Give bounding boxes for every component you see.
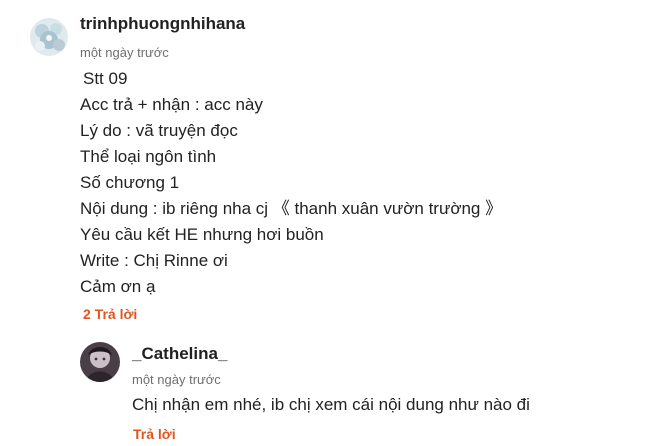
comment-line: Write : Chị Rinne ơi bbox=[80, 251, 228, 270]
reply-button[interactable]: Trả lời bbox=[133, 426, 176, 442]
avatar-image bbox=[30, 18, 68, 56]
view-replies-link[interactable]: 2 Trả lời bbox=[83, 306, 137, 322]
comment-line: Acc trả + nhận : acc này bbox=[80, 95, 263, 114]
comment-line: Stt 09 bbox=[83, 69, 128, 88]
reply-timestamp: một ngày trước bbox=[132, 372, 221, 387]
comment-timestamp: một ngày trước bbox=[80, 45, 169, 60]
comment-line: Nội dung : ib riêng nha cj 《 thanh xuân … bbox=[80, 199, 503, 218]
comment-line: Số chương 1 bbox=[80, 173, 180, 192]
reply-avatar-image bbox=[80, 342, 120, 382]
comment-line: Lý do : vã truyện đọc bbox=[80, 121, 238, 140]
comment-author[interactable]: trinhphuongnhihana bbox=[80, 14, 245, 34]
reply-author[interactable]: _Cathelina_ bbox=[132, 344, 227, 364]
reply-text: Chị nhận em nhé, ib chị xem cái nội dung… bbox=[132, 395, 530, 414]
comment-line: Thể loại ngôn tình bbox=[80, 147, 217, 166]
comment-line: Cảm ơn ạ bbox=[80, 277, 156, 296]
comment-body: Stt 09 Acc trả + nhận : acc này Lý do : … bbox=[80, 66, 502, 300]
avatar[interactable] bbox=[30, 18, 68, 56]
reply-avatar[interactable] bbox=[80, 342, 120, 382]
comment-line: Yêu cầu kết HE nhưng hơi buồn bbox=[80, 225, 324, 244]
